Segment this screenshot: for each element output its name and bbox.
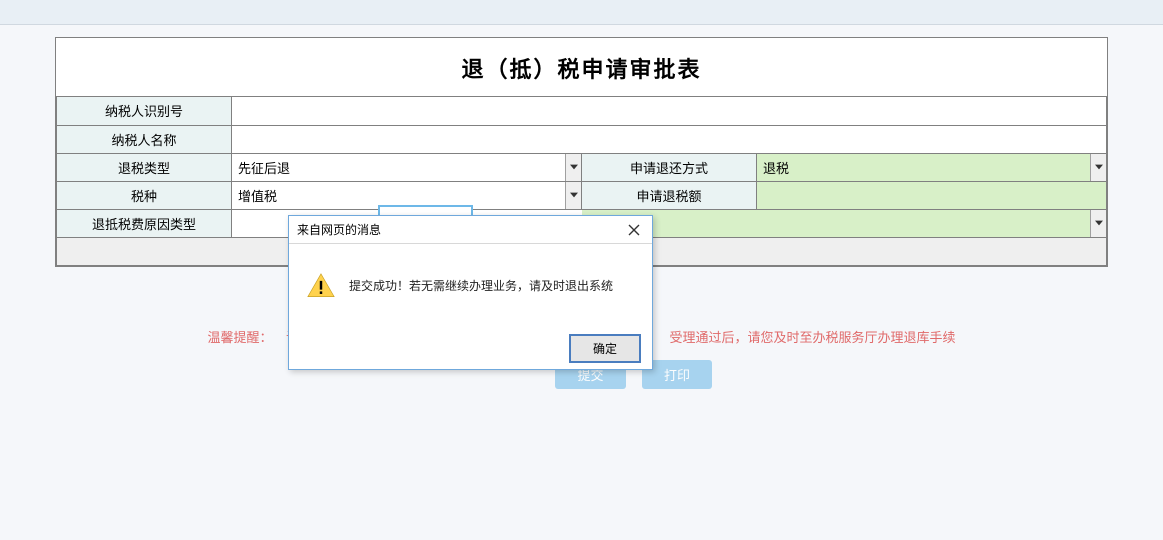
dialog-message: 提交成功！若无需继续办理业务，请及时退出系统 bbox=[349, 277, 613, 294]
hint-label: 温馨提醒： bbox=[208, 330, 273, 345]
return-method-value: 退税 bbox=[757, 158, 1090, 177]
chevron-down-icon bbox=[565, 182, 581, 209]
chevron-down-icon bbox=[1090, 210, 1106, 237]
chevron-down-icon bbox=[565, 154, 581, 181]
refund-type-value: 先征后退 bbox=[232, 158, 565, 177]
dialog-title: 来自网页的消息 bbox=[297, 221, 381, 238]
ok-button[interactable]: 确定 bbox=[570, 335, 640, 362]
taxpayer-id-label: 纳税人识别号 bbox=[57, 97, 232, 125]
dialog-body: 提交成功！若无需继续办理业务，请及时退出系统 bbox=[289, 244, 652, 327]
refund-reason-select[interactable] bbox=[582, 210, 1107, 237]
hint-text-right: 受理通过后，请您及时至办税服务厅办理退库手续 bbox=[669, 330, 955, 345]
tax-category-value: 增值税 bbox=[232, 186, 565, 205]
dialog-footer: 确定 bbox=[289, 327, 652, 369]
refund-reason-label: 退抵税费原因类型 bbox=[57, 209, 232, 237]
message-dialog: 来自网页的消息 提交成功！若无需继续办理业务，请及时退出系统 确定 bbox=[288, 215, 653, 370]
return-method-label: 申请退还方式 bbox=[582, 153, 757, 181]
return-method-select[interactable]: 退税 bbox=[757, 154, 1106, 181]
refund-amount-label: 申请退税额 bbox=[582, 181, 757, 209]
refund-type-label: 退税类型 bbox=[57, 153, 232, 181]
page-title: 退（抵）税申请审批表 bbox=[56, 38, 1107, 97]
tax-category-label: 税种 bbox=[57, 181, 232, 209]
chevron-down-icon bbox=[1090, 154, 1106, 181]
top-bar bbox=[0, 0, 1163, 25]
refund-type-select[interactable]: 先征后退 bbox=[232, 154, 581, 181]
warning-icon bbox=[307, 273, 335, 299]
taxpayer-name-label: 纳税人名称 bbox=[57, 125, 232, 153]
close-icon[interactable] bbox=[624, 220, 644, 240]
dialog-header: 来自网页的消息 bbox=[289, 216, 652, 244]
